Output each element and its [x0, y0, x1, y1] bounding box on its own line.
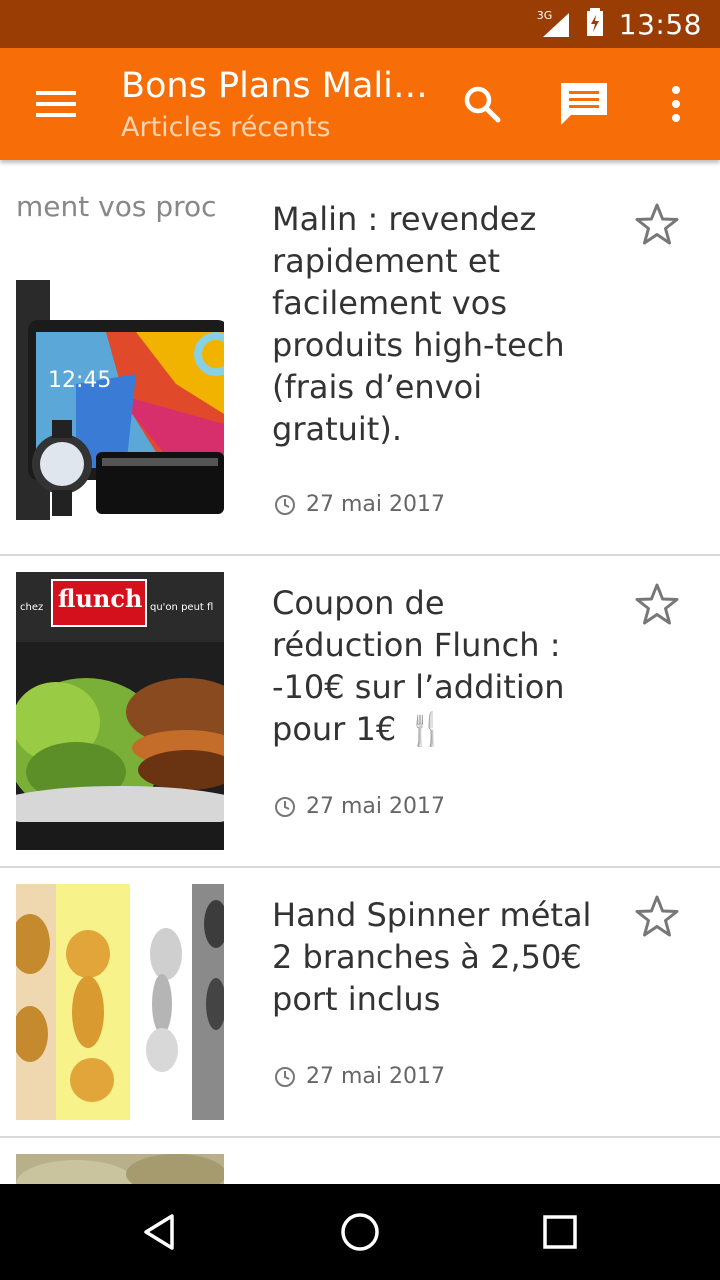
app-title: Bons Plans Malins: [121, 66, 431, 106]
article-date-text: 27 mai 2017: [306, 794, 445, 819]
chat-icon[interactable]: [558, 78, 610, 130]
clock-icon: [275, 494, 295, 515]
thumbnail-text-left: chez: [20, 602, 44, 613]
thumbnail-text-right: qu'on peut fl: [150, 602, 214, 613]
favorite-star-icon[interactable]: [634, 202, 680, 248]
battery-icon: [585, 7, 605, 41]
favorite-star-icon[interactable]: [634, 582, 680, 628]
favorite-star-icon[interactable]: [634, 894, 680, 940]
list-item[interactable]: ment vos proc 12:45 Malin : revendez rap…: [0, 160, 720, 556]
network-type: 3G: [536, 9, 553, 22]
article-list[interactable]: ment vos proc 12:45 Malin : revendez rap…: [0, 160, 720, 1184]
status-bar: 3G 13:58: [0, 0, 720, 48]
article-thumbnail: chez flunch qu'on peut fl: [16, 572, 224, 850]
article-date: 27 mai 2017: [274, 794, 445, 819]
app-subtitle: Articles récents: [121, 112, 331, 143]
list-item[interactable]: Hand Spinner métal 2 branches à 2,50€ po…: [0, 868, 720, 1138]
more-vert-icon[interactable]: [650, 78, 702, 130]
menu-icon[interactable]: [36, 88, 76, 120]
back-icon[interactable]: [136, 1208, 184, 1256]
recents-icon[interactable]: [536, 1208, 584, 1256]
clock-icon: [275, 796, 295, 817]
navigation-bar: [0, 1184, 720, 1280]
thumbnail-clock-text: 12:45: [48, 368, 112, 393]
article-thumbnail: [16, 1154, 224, 1184]
article-date-text: 27 mai 2017: [306, 1064, 445, 1089]
article-title: Hand Spinner métal 2 branches à 2,50€ po…: [272, 896, 592, 1018]
article-thumbnail: [16, 884, 224, 1120]
article-title: Malin : revendez rapidement et facilemen…: [272, 200, 565, 448]
clock-icon: [275, 1066, 295, 1087]
app-bar: Bons Plans Malins Articles récents: [0, 48, 720, 160]
article-thumbnail: ment vos proc 12:45: [16, 184, 224, 520]
list-item[interactable]: [0, 1138, 720, 1184]
home-icon[interactable]: [336, 1208, 384, 1256]
article-date-text: 27 mai 2017: [306, 492, 445, 517]
article-date: 27 mai 2017: [274, 1064, 445, 1089]
cellular-signal-icon: 3G: [537, 9, 571, 39]
app-bar-titles: Bons Plans Malins Articles récents: [121, 64, 431, 146]
clock: 13:58: [618, 7, 702, 41]
article-date: 27 mai 2017: [274, 492, 445, 517]
search-icon[interactable]: [456, 78, 508, 130]
flunch-logo: flunch: [58, 584, 143, 613]
article-title: Coupon de réduction Flunch : -10€ sur l’…: [272, 584, 565, 748]
list-item[interactable]: chez flunch qu'on peut fl Coupon de rédu…: [0, 556, 720, 868]
